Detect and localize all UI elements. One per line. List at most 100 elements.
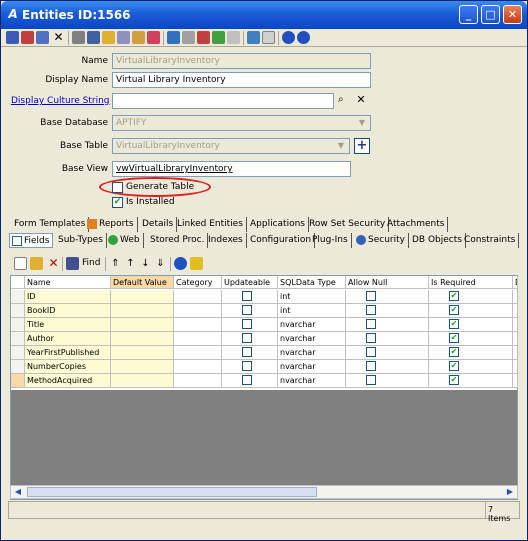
tab-web[interactable]: Web (106, 233, 144, 248)
cell-category[interactable] (174, 304, 222, 318)
cell-sqldata-type[interactable]: int (278, 290, 346, 304)
tab-linked-entities[interactable]: Linked Entities (174, 217, 247, 232)
add-table-button[interactable]: + (354, 138, 370, 154)
nav-icon[interactable] (167, 31, 180, 44)
tab-plug-ins[interactable]: Plug-Ins (309, 233, 352, 248)
base-view-field[interactable]: vwVirtualLibraryInventory (112, 161, 351, 177)
find-button[interactable]: Find (82, 258, 100, 268)
cell-default-value[interactable] (111, 332, 174, 346)
cell-name[interactable]: Title (25, 318, 111, 332)
cell-sqldata-type[interactable]: nvarchar (278, 332, 346, 346)
is-installed-checkbox[interactable]: ✔ (112, 197, 123, 208)
save-new-icon[interactable] (36, 31, 49, 44)
updateable-checkbox[interactable] (242, 347, 252, 357)
allow-null-checkbox[interactable] (366, 347, 376, 357)
settings-icon[interactable] (227, 31, 240, 44)
cell-default-value[interactable] (111, 304, 174, 318)
cell-is-required[interactable]: ✔ (429, 374, 513, 388)
allow-null-checkbox[interactable] (366, 319, 376, 329)
table-row[interactable]: MethodAcquired nvarchar ✔ (11, 374, 518, 388)
row-selector[interactable] (11, 374, 25, 388)
tab-constraints[interactable]: Constraints (461, 233, 520, 248)
cell-name[interactable]: YearFirstPublished (25, 346, 111, 360)
move-bottom-icon[interactable]: ⇓ (154, 257, 167, 270)
close-button[interactable]: ✕ (503, 5, 522, 24)
col-category[interactable]: Category (174, 276, 222, 289)
info-icon[interactable] (297, 31, 310, 44)
allow-null-checkbox[interactable] (366, 375, 376, 385)
tab-security[interactable]: Security (354, 233, 409, 248)
cell-category[interactable] (174, 332, 222, 346)
cell-name[interactable]: ID (25, 290, 111, 304)
help-icon[interactable] (282, 31, 295, 44)
base-table-select[interactable]: VirtualLibraryInventory ▼ (112, 138, 350, 154)
row-selector[interactable] (11, 360, 25, 374)
cell-category[interactable] (174, 374, 222, 388)
row-selector[interactable] (11, 290, 25, 304)
cell-updateable[interactable] (222, 304, 278, 318)
cell-d[interactable] (513, 290, 518, 304)
tab-row-set-security[interactable]: Row Set Security (306, 217, 390, 232)
open-icon[interactable] (30, 257, 43, 270)
minimize-button[interactable]: _ (459, 5, 478, 24)
binoculars-icon[interactable]: ⌕ (338, 94, 352, 108)
move-up-icon[interactable]: ↑ (124, 257, 137, 270)
cell-is-required[interactable]: ✔ (429, 332, 513, 346)
clear-icon[interactable]: ✕ (354, 93, 368, 107)
tab-applications[interactable]: Applications (247, 217, 309, 232)
cell-category[interactable] (174, 290, 222, 304)
cell-name[interactable]: NumberCopies (25, 360, 111, 374)
cell-is-required[interactable]: ✔ (429, 346, 513, 360)
row-selector[interactable] (11, 346, 25, 360)
move-down-icon[interactable]: ↓ (139, 257, 152, 270)
tools-icon[interactable] (147, 31, 160, 44)
attach-icon[interactable] (262, 31, 275, 44)
cell-default-value[interactable] (111, 290, 174, 304)
find-icon[interactable] (87, 31, 100, 44)
updateable-checkbox[interactable] (242, 361, 252, 371)
cell-is-required[interactable]: ✔ (429, 304, 513, 318)
generate-table-checkbox[interactable] (112, 182, 123, 193)
cell-sqldata-type[interactable]: nvarchar (278, 318, 346, 332)
cell-d[interactable] (513, 318, 518, 332)
col-is-required[interactable]: Is Required (429, 276, 513, 289)
cell-category[interactable] (174, 346, 222, 360)
updateable-checkbox[interactable] (242, 305, 252, 315)
col-updateable[interactable]: Updateable (222, 276, 278, 289)
cell-name[interactable]: Author (25, 332, 111, 346)
cell-default-value[interactable] (111, 318, 174, 332)
base-database-select[interactable]: APTIFY ▼ (112, 115, 371, 131)
tab-sub-types[interactable]: Sub-Types (55, 233, 107, 248)
cell-d[interactable] (513, 346, 518, 360)
find-icon[interactable] (66, 257, 79, 270)
move-top-icon[interactable]: ⇑ (109, 257, 122, 270)
horizontal-scrollbar[interactable]: ◀ ▶ (10, 485, 518, 499)
is-required-checkbox[interactable]: ✔ (449, 347, 459, 357)
name-field[interactable]: VirtualLibraryInventory (112, 53, 371, 69)
cell-allow-null[interactable] (346, 332, 429, 346)
delete-record-icon[interactable]: ✕ (47, 257, 60, 270)
col-allow-null[interactable]: Allow Null (346, 276, 429, 289)
wizard-icon[interactable] (132, 31, 145, 44)
cell-allow-null[interactable] (346, 318, 429, 332)
is-required-checkbox[interactable]: ✔ (449, 291, 459, 301)
new-record-icon[interactable] (14, 257, 27, 270)
tab-reports[interactable]: Reports (85, 217, 138, 232)
allow-null-checkbox[interactable] (366, 305, 376, 315)
col-sqldata-type[interactable]: SQLData Type (278, 276, 346, 289)
cell-allow-null[interactable] (346, 346, 429, 360)
cell-sqldata-type[interactable]: int (278, 304, 346, 318)
refresh-icon[interactable] (212, 31, 225, 44)
cell-d[interactable] (513, 332, 518, 346)
allow-null-checkbox[interactable] (366, 333, 376, 343)
display-culture-field[interactable] (112, 93, 334, 109)
cell-is-required[interactable]: ✔ (429, 318, 513, 332)
cell-is-required[interactable]: ✔ (429, 290, 513, 304)
cell-updateable[interactable] (222, 290, 278, 304)
cell-updateable[interactable] (222, 374, 278, 388)
title-bar[interactable]: A Entities ID:1566 _ □ ✕ (1, 1, 527, 29)
table-row[interactable]: Author nvarchar ✔ (11, 332, 518, 346)
allow-null-checkbox[interactable] (366, 361, 376, 371)
cell-sqldata-type[interactable]: nvarchar (278, 374, 346, 388)
tab-details[interactable]: Details (139, 217, 178, 232)
